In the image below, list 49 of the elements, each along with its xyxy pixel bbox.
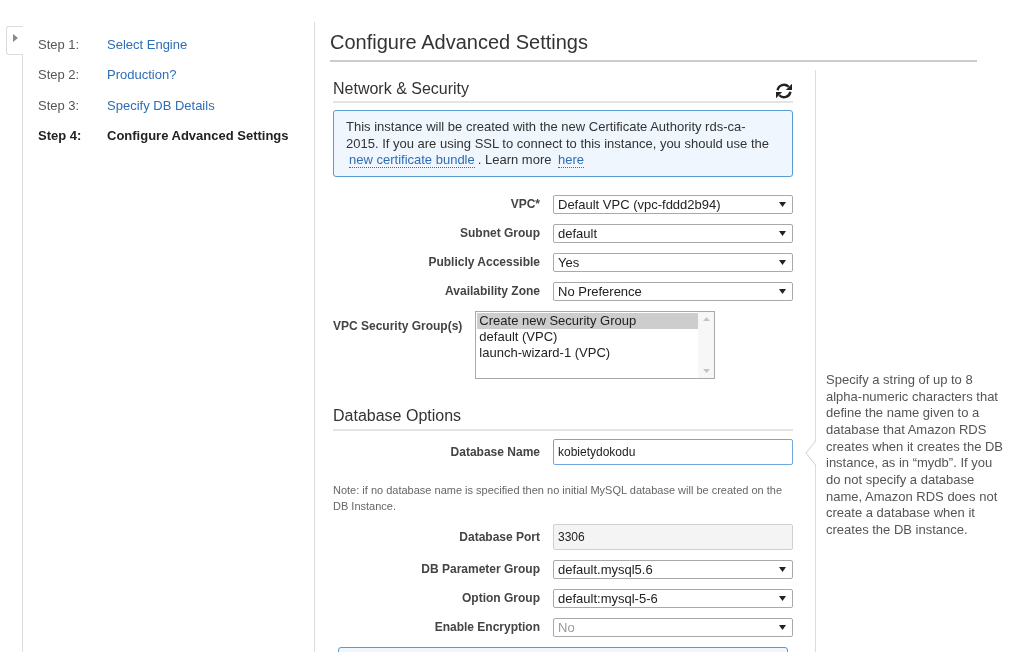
caret-down-icon (779, 624, 786, 630)
caret-down-icon (779, 288, 786, 294)
note-text: Note: if no database name is specified then no initial MySQL database will be created on the DB Instance. (333, 482, 784, 514)
step-link[interactable]: Select Engine (107, 34, 188, 54)
field-label: Option Group (461, 590, 540, 606)
step-label: Step 2: (38, 66, 81, 84)
help-text: Specify a string of up to 8 alpha-numeric characters that define the name given to a database that Amazon RDS creates when it creates the DB instance, as in “mydb”. If you do not specify a database name, Amazon RDS does not create a database when it creates the DB instance. (826, 372, 1005, 539)
select-field[interactable]: default:mysql-5-6 (553, 588, 793, 608)
expand-tab[interactable] (6, 26, 23, 55)
caret-down-icon (779, 566, 786, 572)
scroll-down-icon[interactable] (702, 368, 710, 373)
text-field[interactable]: kobietydokodu (553, 438, 793, 465)
caret-down-icon (779, 595, 786, 601)
field-label: Subnet Group (459, 225, 540, 241)
step-label: Step 3: (38, 96, 81, 115)
section-heading: Network & Security (333, 79, 470, 99)
notice-text: This instance will be created with the new Certificate Authority rds-ca-2015. If you are using SSL to connect to this instance, you should use the new certificate bundle . Learn more here (346, 119, 770, 169)
field-label: Database Name (449, 443, 540, 460)
security-group-list[interactable]: Create new Security Group default (VPC) launch-wizard-1 (VPC) (475, 310, 716, 379)
select-field[interactable]: Yes (553, 252, 793, 272)
section-heading: Database Options (333, 405, 463, 426)
field-label: VPC* (509, 196, 540, 212)
select-field[interactable]: Default VPC (vpc-fddd2b94) (553, 194, 793, 214)
list-option[interactable]: Create new Security Group (477, 312, 699, 329)
notice-link[interactable]: new certificate bundle (349, 152, 475, 168)
caret-down-icon (779, 230, 786, 236)
caret-down-icon (779, 201, 786, 207)
notice-link[interactable]: here (558, 152, 585, 168)
field-label: Enable Encryption (433, 619, 540, 635)
select-field[interactable]: default (553, 223, 793, 243)
page-title: Configure Advanced Settings (330, 30, 977, 62)
select-field[interactable]: No Preference (553, 281, 793, 301)
scroll-up-icon[interactable] (702, 316, 710, 321)
field-label: Publicly Accessible (427, 254, 540, 270)
step-label: Step 1: (38, 35, 81, 54)
step-link[interactable]: Specify DB Details (107, 95, 215, 115)
caret-right-icon (12, 34, 18, 42)
current-step-title: Configure Advanced Settings (107, 127, 289, 145)
caret-down-icon (779, 259, 786, 265)
field-label: Database Port (458, 528, 540, 545)
text-field[interactable]: 3306 (553, 523, 793, 550)
field-label: Availability Zone (444, 283, 540, 299)
refresh-icon[interactable] (775, 83, 793, 99)
field-label: DB Parameter Group (420, 561, 540, 577)
field-label: VPC Security Group(s) (333, 318, 463, 333)
scrollbar[interactable] (698, 311, 715, 378)
step-link[interactable]: Production? (107, 65, 177, 85)
step-label: Step 4: (38, 127, 83, 145)
select-field[interactable]: default.mysql5.6 (553, 559, 793, 579)
